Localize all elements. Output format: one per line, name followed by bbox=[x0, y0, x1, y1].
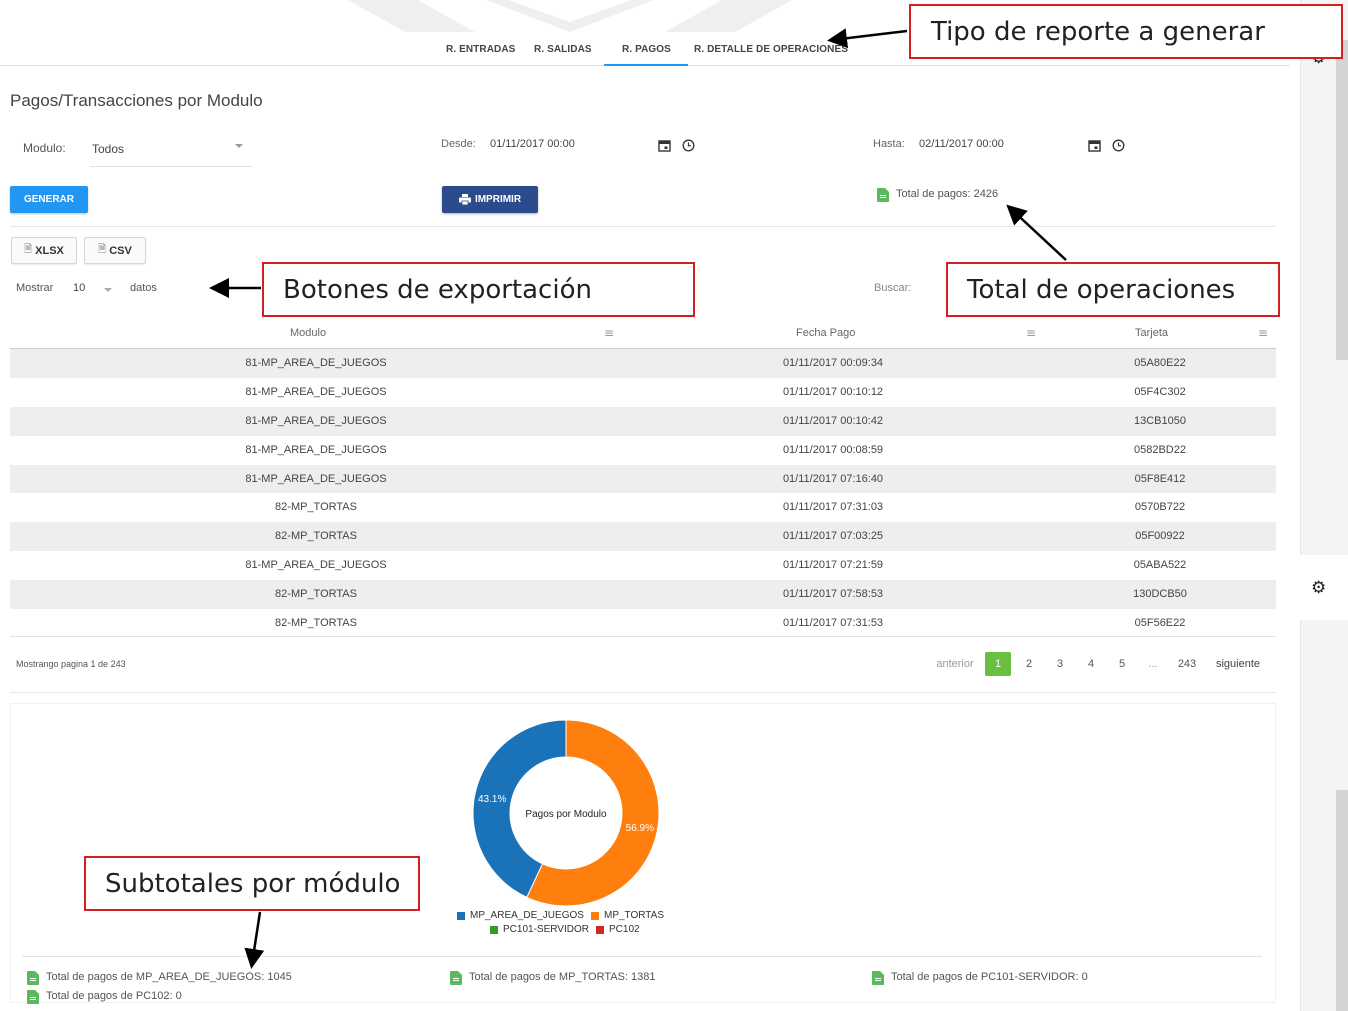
arrow-to-subtotals bbox=[244, 911, 265, 969]
arrow-to-total-pagos bbox=[1006, 204, 1067, 261]
arrow-to-tabs bbox=[827, 28, 908, 49]
annotation-arrows bbox=[209, 28, 1067, 969]
